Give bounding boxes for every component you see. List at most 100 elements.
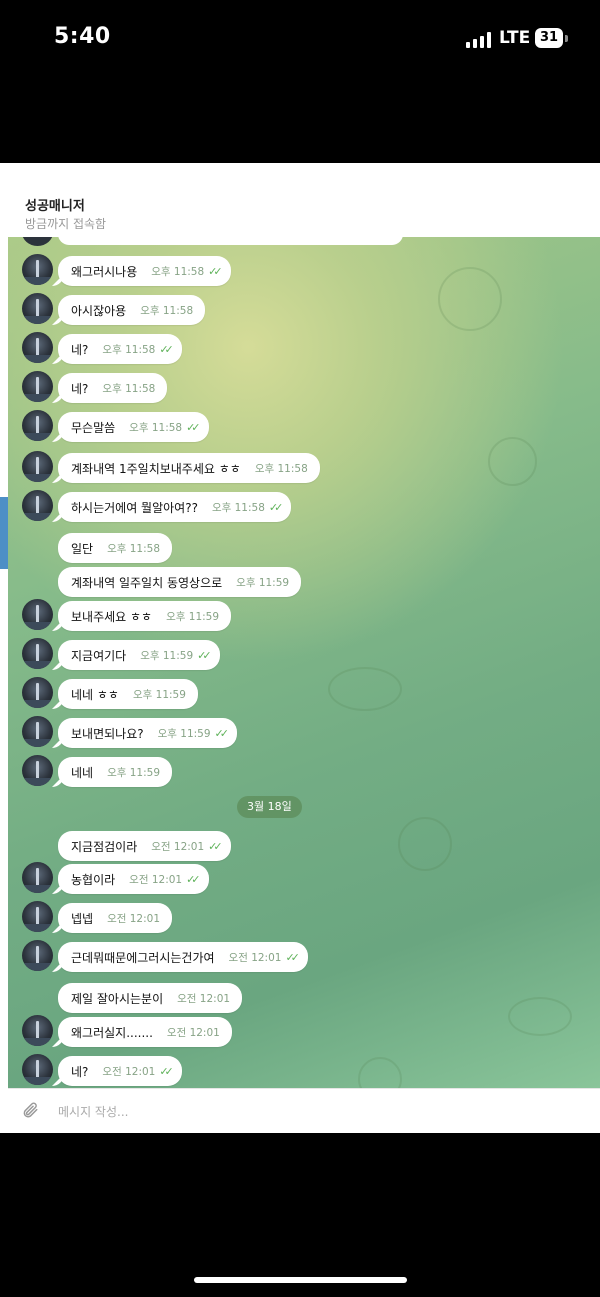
message-bubble-partial (58, 237, 403, 245)
message-time: 오전 12:01 (102, 1065, 156, 1078)
signal-icon (466, 32, 492, 48)
avatar (22, 237, 53, 246)
chat-window: 성공매니저 방금까지 접속함 왜그러시나용 오후 11:58 ✓✓ 아시잖아용 … (0, 163, 600, 1133)
contact-status: 방금까지 접속함 (25, 217, 107, 231)
chat-header[interactable]: 성공매니저 방금까지 접속함 (0, 185, 600, 237)
double-check-icon: ✓✓ (186, 872, 201, 886)
message-bubble: 지금점검이라 오전 12:01 ✓✓ (58, 831, 231, 861)
network-type: LTE (499, 28, 531, 48)
message-time: 오후 11:58 (102, 382, 156, 395)
message-time: 오후 11:58 (102, 343, 156, 356)
message-time: 오후 11:58 (107, 542, 161, 555)
message-text: 아시잖아용 (71, 303, 127, 318)
avatar[interactable] (22, 940, 53, 971)
avatar[interactable] (22, 677, 53, 708)
message-list[interactable]: 왜그러시나용 오후 11:58 ✓✓ 아시잖아용 오후 11:58 네? 오후 … (8, 237, 600, 1088)
message-time: 오전 12:01 (151, 840, 205, 853)
message-bubble: 근데뭐때문에그러시는건가여 오전 12:01 ✓✓ (58, 942, 308, 972)
message-bubble: 네네 오후 11:59 (58, 757, 173, 787)
message-input[interactable]: 메시지 작성... (58, 1103, 128, 1120)
double-check-icon: ✓✓ (186, 420, 201, 434)
message-bubble: 네? 오전 12:01 ✓✓ (58, 1056, 182, 1086)
avatar[interactable] (22, 862, 53, 893)
avatar[interactable] (22, 254, 53, 285)
avatar[interactable] (22, 638, 53, 669)
avatar[interactable] (22, 716, 53, 747)
message-time: 오후 11:58 (140, 304, 194, 317)
avatar[interactable] (22, 1054, 53, 1085)
message-bubble: 네? 오후 11:58 ✓✓ (58, 334, 182, 364)
message-time: 오후 11:58 (211, 501, 265, 514)
message-text: 네? (71, 342, 89, 357)
avatar[interactable] (22, 451, 53, 482)
avatar[interactable] (22, 371, 53, 402)
message-bubble: 일단 오후 11:58 (58, 533, 173, 563)
message-bubble: 넵넵 오전 12:01 (58, 903, 173, 933)
message-time: 오후 11:59 (157, 727, 211, 740)
message-time: 오전 12:01 (177, 992, 231, 1005)
message-text: 왜그러시나용 (71, 264, 138, 279)
composer: 메시지 작성... (8, 1088, 600, 1133)
message-text: 계좌내역 1주일치보내주세요 ㅎㅎ (71, 461, 241, 476)
message-bubble: 아시잖아용 오후 11:58 (58, 295, 206, 325)
message-text: 네? (71, 1064, 89, 1079)
message-bubble: 지금여기다 오후 11:59 ✓✓ (58, 640, 220, 670)
message-text: 보내주세요 ㅎㅎ (71, 609, 153, 624)
message-text: 네네 ㅎㅎ (71, 687, 119, 702)
message-text: 제일 잘아시는분이 (71, 991, 164, 1006)
message-time: 오전 12:01 (129, 873, 183, 886)
double-check-icon: ✓✓ (285, 950, 300, 964)
message-bubble: 하시는거에여 뭘알아여?? 오후 11:58 ✓✓ (58, 492, 292, 522)
message-text: 지금여기다 (71, 648, 127, 663)
message-text: 무슨말씀 (71, 420, 116, 435)
avatar[interactable] (22, 599, 53, 630)
message-time: 오전 12:01 (107, 912, 161, 925)
message-text: 네? (71, 381, 89, 396)
message-text: 일단 (71, 541, 94, 556)
avatar[interactable] (22, 332, 53, 363)
date-separator: 3월 18일 (237, 796, 302, 818)
message-time: 오전 12:01 (166, 1026, 220, 1039)
status-time: 5:40 (54, 24, 111, 49)
double-check-icon: ✓✓ (214, 726, 230, 740)
avatar[interactable] (22, 293, 53, 324)
paperclip-icon[interactable] (20, 1101, 40, 1121)
message-bubble: 보내면되나요? 오후 11:59 ✓✓ (58, 718, 237, 748)
unread-marker (0, 497, 8, 569)
message-time: 오후 11:58 (254, 462, 308, 475)
message-bubble: 계좌내역 일주일치 동영상으로 오후 11:59 (58, 567, 302, 597)
message-time: 오후 11:59 (107, 766, 161, 779)
message-text: 네네 (71, 765, 94, 780)
avatar[interactable] (22, 490, 53, 521)
avatar[interactable] (22, 755, 53, 786)
battery-level: 31 (535, 28, 563, 48)
message-time: 오후 11:59 (140, 649, 194, 662)
message-time: 오후 11:59 (236, 576, 290, 589)
message-text: 보내면되나요? (71, 726, 144, 741)
message-bubble: 계좌내역 1주일치보내주세요 ㅎㅎ 오후 11:58 (58, 453, 320, 483)
message-text: 농협이라 (71, 872, 116, 887)
home-indicator[interactable] (194, 1277, 407, 1283)
avatar[interactable] (22, 1015, 53, 1046)
avatar[interactable] (22, 901, 53, 932)
double-check-icon: ✓✓ (208, 839, 223, 853)
message-bubble: 네? 오후 11:58 (58, 373, 168, 403)
message-bubble: 네네 ㅎㅎ 오후 11:59 (58, 679, 198, 709)
double-check-icon: ✓✓ (208, 264, 223, 278)
message-text: 계좌내역 일주일치 동영상으로 (71, 575, 223, 590)
avatar[interactable] (22, 410, 53, 441)
message-bubble: 제일 잘아시는분이 오전 12:01 (58, 983, 243, 1013)
message-time: 오후 11:59 (132, 688, 186, 701)
message-time: 오후 11:59 (166, 610, 220, 623)
double-check-icon: ✓✓ (268, 500, 284, 514)
message-time: 오전 12:01 (228, 951, 282, 964)
message-bubble: 보내주세요 ㅎㅎ 오후 11:59 (58, 601, 232, 631)
message-text: 왜그러실지....... (71, 1025, 153, 1040)
message-bubble: 왜그러시나용 오후 11:58 ✓✓ (58, 256, 231, 286)
double-check-icon: ✓✓ (197, 648, 212, 662)
message-bubble: 농협이라 오전 12:01 ✓✓ (58, 864, 209, 894)
message-text: 지금점검이라 (71, 839, 138, 854)
contact-name: 성공매니저 (25, 199, 85, 214)
double-check-icon: ✓✓ (159, 1064, 174, 1078)
message-text: 근데뭐때문에그러시는건가여 (71, 950, 215, 965)
